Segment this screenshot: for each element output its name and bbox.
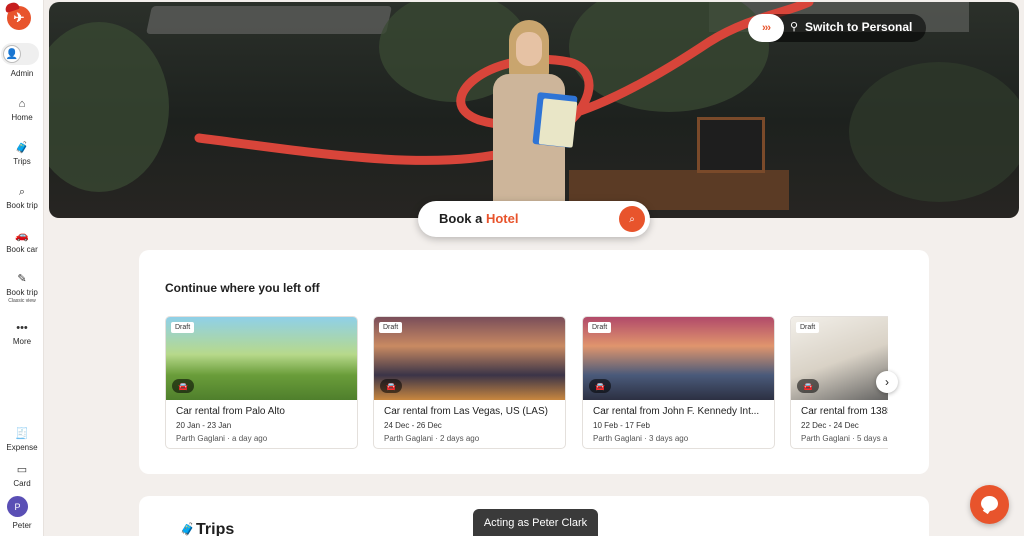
continue-section-title: Continue where you left off	[165, 281, 320, 295]
switch-to-personal-label[interactable]: Switch to Personal	[805, 20, 912, 34]
sidebar-item-label: Expense	[6, 443, 38, 452]
sidebar-item-expense[interactable]: 🧾 Expense	[0, 427, 44, 452]
sidebar-item-book-trip-classic[interactable]: ✎ Book trip Classic view	[0, 272, 44, 304]
card-dates: 22 Dec - 24 Dec	[801, 421, 859, 430]
sidebar-item-label: Trips	[13, 157, 31, 166]
more-icon: •••	[16, 322, 28, 334]
sidebar-item-home[interactable]: ⌂ Home	[0, 97, 44, 122]
acting-as-toast: Acting as Peter Clark	[473, 509, 598, 536]
card-image	[583, 317, 774, 400]
card-title: Car rental from Palo Alto	[176, 406, 285, 417]
home-icon: ⌂	[18, 98, 26, 110]
sidebar-item-label: Book trip	[6, 288, 38, 297]
book-search-label[interactable]: Book a Hotel	[439, 211, 518, 226]
search-icon: ⌕	[18, 186, 26, 198]
car-icon: 🚘	[589, 379, 611, 393]
card-meta: Parth Gaglani · a day ago	[176, 434, 268, 443]
sidebar-item-label: Book car	[6, 245, 38, 254]
card-icon: ▭	[16, 464, 28, 476]
sidebar-item-book-car[interactable]: 🚗 Book car	[0, 229, 44, 254]
car-icon: 🚗	[15, 230, 29, 242]
sidebar: ✈ 👤 Admin ⌂ Home 🧳 Trips ⌕ Book trip 🚗 B…	[0, 0, 44, 536]
hero-person	[483, 20, 579, 218]
card-image	[166, 317, 357, 400]
sidebar-item-more[interactable]: ••• More	[0, 321, 44, 346]
sidebar-item-card[interactable]: ▭ Card	[0, 463, 44, 488]
sidebar-item-label: Home	[11, 113, 33, 122]
carousel-next-button[interactable]: ›	[876, 371, 898, 393]
draft-carousel: Draft 🚘 Car rental from Palo Alto 20 Jan…	[165, 316, 888, 452]
card-meta: Parth Gaglani · 5 days a	[801, 434, 888, 443]
sidebar-item-trips[interactable]: 🧳 Trips	[0, 141, 44, 166]
car-icon: 🚘	[380, 379, 402, 393]
card-meta: Parth Gaglani · 2 days ago	[384, 434, 480, 443]
trips-section-title: Trips	[196, 521, 235, 536]
sidebar-item-book-trip[interactable]: ⌕ Book trip	[0, 185, 44, 210]
sidebar-item-sublabel: Classic view	[8, 298, 36, 304]
draft-card[interactable]: Draft 🚘 Car rental from John F. Kennedy …	[582, 316, 775, 449]
person-switch-icon: ⚲	[790, 21, 799, 33]
sidebar-item-label: More	[12, 337, 32, 346]
card-dates: 20 Jan - 23 Jan	[176, 421, 232, 430]
avatar[interactable]: P	[7, 496, 28, 517]
card-dates: 10 Feb - 17 Feb	[593, 421, 650, 430]
card-title: Car rental from Las Vegas, US (LAS)	[384, 406, 548, 417]
card-title: Car rental from John F. Kennedy Int...	[593, 406, 760, 417]
draft-badge: Draft	[379, 322, 403, 333]
car-icon: 🚘	[172, 379, 194, 393]
book-prefix: Book a	[439, 211, 483, 226]
edit-icon: ✎	[17, 273, 27, 285]
draft-card[interactable]: Draft 🚘 Car rental from 1385 22 Dec - 24…	[790, 316, 888, 449]
draft-badge: Draft	[588, 322, 612, 333]
luggage-icon: 🧳	[15, 142, 29, 154]
search-icon[interactable]: ⌕	[619, 206, 645, 232]
user-icon: 👤	[3, 45, 21, 63]
chevron-right-icon: ›	[885, 375, 889, 389]
receipt-icon: 🧾	[15, 428, 29, 440]
card-meta: Parth Gaglani · 3 days ago	[593, 434, 689, 443]
sidebar-item-label: Card	[13, 479, 31, 488]
person-face	[516, 32, 542, 66]
user-name: Peter	[12, 521, 32, 530]
draft-card[interactable]: Draft 🚘 Car rental from Las Vegas, US (L…	[373, 316, 566, 449]
draft-badge: Draft	[171, 322, 195, 333]
draft-card[interactable]: Draft 🚘 Car rental from Palo Alto 20 Jan…	[165, 316, 358, 449]
admin-label: Admin	[10, 69, 34, 78]
sidebar-item-label: Book trip	[6, 201, 38, 210]
luggage-icon: 🧳	[180, 522, 195, 536]
card-dates: 24 Dec - 26 Dec	[384, 421, 442, 430]
chevrons-icon[interactable]: ›››	[748, 14, 784, 42]
draft-badge: Draft	[796, 322, 820, 333]
card-image	[374, 317, 565, 400]
car-icon: 🚘	[797, 379, 819, 393]
person-paper	[538, 98, 578, 148]
card-title: Car rental from 1385	[801, 406, 888, 417]
book-highlight: Hotel	[485, 211, 519, 226]
chat-button[interactable]	[970, 485, 1009, 524]
